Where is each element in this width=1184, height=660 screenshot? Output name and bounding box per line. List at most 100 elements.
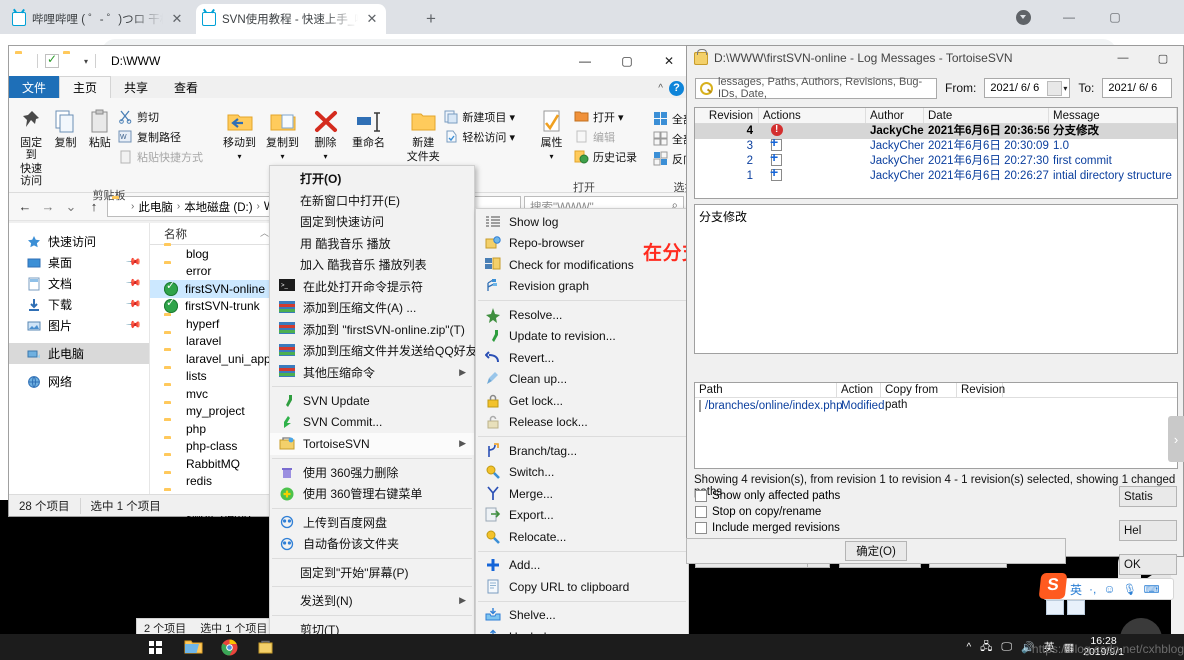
menu-item[interactable]: 其他压缩命令 ▶ <box>270 362 474 384</box>
quick-access-properties-icon[interactable] <box>45 52 59 68</box>
edit-button[interactable]: 编辑 <box>574 128 637 145</box>
tab-close-icon[interactable]: ✕ <box>169 12 185 26</box>
new-tab-button[interactable]: + <box>420 9 442 31</box>
tray-network-icon[interactable]: 🖧 <box>980 638 992 657</box>
explorer-maximize-button[interactable]: ▢ <box>606 46 648 76</box>
path-table-row[interactable]: /branches/online/index.php Modified <box>695 398 1177 414</box>
quick-access-newfolder-icon[interactable] <box>63 54 78 69</box>
ime-language-label[interactable]: 英 <box>1070 581 1082 598</box>
pin-icon[interactable]: 📌 <box>124 275 141 292</box>
menu-item[interactable]: 添加到压缩文件(A) ... <box>270 297 474 319</box>
chevron-down-icon[interactable]: ▾ <box>1063 84 1067 93</box>
properties-button[interactable]: 属性 ▾ <box>531 105 572 163</box>
menu-item[interactable]: >_ 在此处打开命令提示符 <box>270 276 474 298</box>
history-button[interactable]: 历史记录 <box>574 148 637 165</box>
ribbon-tab-share[interactable]: 共享 <box>111 76 161 98</box>
explorer-minimize-button[interactable]: — <box>564 46 606 76</box>
svn-minimize-button[interactable]: — <box>1103 46 1143 70</box>
browser-minimize-button[interactable]: — <box>1046 1 1092 33</box>
svn-changed-paths-table[interactable]: Path Action Copy from path Revision /bra… <box>694 382 1178 469</box>
ime-emoji-icon[interactable]: ☺ <box>1103 582 1115 596</box>
nav-quick-access[interactable]: 快速访问 <box>9 231 149 252</box>
col-message[interactable]: Message <box>1049 108 1177 123</box>
nav-item-downloads[interactable]: 下载 📌 <box>9 294 149 315</box>
menu-item[interactable]: TortoiseSVN ▶ <box>270 433 474 455</box>
revision-row[interactable]: 4 JackyChen 2021年6月6日 20:36:56 分支修改 <box>695 124 1177 139</box>
pin-icon[interactable]: 📌 <box>124 296 141 313</box>
menu-item[interactable]: SVN Commit... <box>270 412 474 434</box>
menu-item[interactable]: Show log <box>476 211 688 233</box>
menu-item[interactable]: 自动备份该文件夹 <box>270 533 474 555</box>
paste-button[interactable]: 粘贴 <box>84 105 116 149</box>
menu-item[interactable]: Clean up... <box>476 369 688 391</box>
ok-button[interactable]: OK <box>1119 554 1177 575</box>
checkbox-box[interactable] <box>695 490 707 502</box>
revision-row[interactable]: 1 JackyChen 2021年6月6日 20:26:27 intial direc… <box>695 169 1177 184</box>
menu-item[interactable]: Copy URL to clipboard <box>476 576 688 598</box>
menu-item[interactable]: Revision graph <box>476 276 688 298</box>
menu-item[interactable]: 上传到百度网盘 <box>270 512 474 534</box>
col-actions[interactable]: Actions <box>759 108 866 123</box>
browser-tab-1[interactable]: 哔哩哔哩 ( ゜- ゜)つロ 干杯~-bili ✕ <box>6 4 191 34</box>
svn-log-message-box[interactable]: 分支修改 <box>694 204 1178 354</box>
new-folder-button[interactable]: 新建 文件夹 <box>405 105 441 163</box>
ribbon-collapse-icon[interactable]: ^ <box>658 83 663 94</box>
paste-shortcut-button[interactable]: 粘贴快捷方式 <box>118 148 203 165</box>
tray-expand-icon[interactable]: ^ <box>966 642 971 653</box>
copy-path-button[interactable]: W 复制路径 <box>118 128 203 145</box>
menu-item[interactable]: 添加到压缩文件并发送给QQ好友 <box>270 340 478 362</box>
menu-item[interactable]: 在新窗口中打开(E) <box>270 190 474 212</box>
sort-ascending-icon[interactable]: ︿ <box>260 226 269 239</box>
checkbox-show-only-affected[interactable]: Show only affected paths <box>695 490 840 502</box>
nav-item-desktop[interactable]: 桌面 📌 <box>9 252 149 273</box>
tab-close-icon[interactable]: ✕ <box>364 12 380 26</box>
menu-item[interactable]: Relocate... <box>476 526 688 548</box>
ime-voice-icon[interactable]: 🎙 <box>1123 583 1137 596</box>
menu-item[interactable]: Resolve... <box>476 304 688 326</box>
help-icon[interactable]: ? <box>669 81 684 96</box>
rename-button[interactable]: 重命名 <box>348 105 389 149</box>
menu-item[interactable]: Switch... <box>476 462 688 484</box>
ribbon-tab-view[interactable]: 查看 <box>161 76 211 98</box>
cut-button[interactable]: 剪切 <box>118 108 203 125</box>
menu-item[interactable]: 使用 360管理右键菜单 <box>270 483 474 505</box>
menu-item[interactable]: 打开(O) <box>270 168 474 190</box>
svn-maximize-button[interactable]: ▢ <box>1143 46 1183 70</box>
svn-filter-input[interactable]: lessages, Paths, Authors, Revisions, Bug… <box>695 76 937 100</box>
taskbar-explorer-icon[interactable] <box>175 634 211 660</box>
start-button[interactable] <box>135 634 175 660</box>
browser-tab-2[interactable]: SVN使用教程 - 快速上手_哔哩哔 ✕ <box>196 4 386 34</box>
menu-item[interactable]: 加入 酷我音乐 播放列表 <box>270 254 474 276</box>
pin-icon[interactable]: 📌 <box>124 317 141 334</box>
copy-to-button[interactable]: 复制到 ▾ <box>262 105 303 163</box>
explorer-close-button[interactable]: ✕ <box>648 46 690 76</box>
move-to-button[interactable]: 移动到 ▾ <box>219 105 260 163</box>
col-path[interactable]: Path <box>695 383 837 397</box>
help-button[interactable]: Hel <box>1119 520 1177 541</box>
nav-item-pictures[interactable]: 图片 📌 <box>9 315 149 336</box>
menu-item[interactable]: Revert... <box>476 347 688 369</box>
pin-icon[interactable]: 📌 <box>124 254 141 271</box>
calendar-icon[interactable] <box>1047 80 1063 96</box>
menu-item[interactable]: Shelve... <box>476 605 688 627</box>
menu-item[interactable]: Get lock... <box>476 390 688 412</box>
col-path-revision[interactable]: Revision <box>957 383 1005 397</box>
menu-item[interactable]: 使用 360强力删除 <box>270 462 474 484</box>
copy-button[interactable]: 复制 <box>49 105 81 149</box>
taskbar-chrome-icon[interactable] <box>211 634 247 660</box>
open-button[interactable]: 打开 ▾ <box>574 108 637 125</box>
col-date[interactable]: Date <box>924 108 1049 123</box>
nav-item-this-pc[interactable]: 此电脑 <box>9 343 149 364</box>
col-revision[interactable]: Revision <box>695 108 759 123</box>
col-copy-from-path[interactable]: Copy from path <box>881 383 957 411</box>
revision-row[interactable]: 2 JackyChen 2021年6月6日 20:27:30 first commit <box>695 154 1177 169</box>
nav-item-network[interactable]: 网络 <box>9 371 149 392</box>
to-date-input[interactable]: 2021/ 6/ 6 <box>1102 78 1173 98</box>
from-date-input[interactable]: 2021/ 6/ 6 ▾ <box>984 78 1071 98</box>
new-item-button[interactable]: 新建项目 ▾ <box>443 108 515 125</box>
menu-item[interactable]: 发送到(N) ▶ <box>270 590 474 612</box>
taskbar-tortoisesvn-icon[interactable] <box>247 634 283 660</box>
svn-revision-table[interactable]: Revision Actions Author Date Message 4 Ja… <box>694 107 1178 199</box>
col-action[interactable]: Action <box>837 383 881 397</box>
checkbox-box[interactable] <box>695 522 707 534</box>
